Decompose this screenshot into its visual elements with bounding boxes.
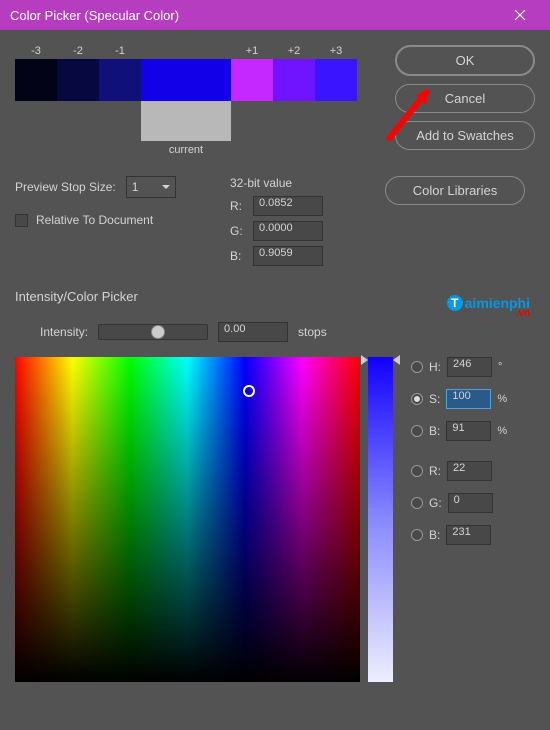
swatch-stop[interactable]: [15, 59, 57, 101]
current-color-swatch[interactable]: [141, 101, 231, 141]
slider-thumb-icon[interactable]: [151, 325, 165, 339]
swatch-preview-area: -3 -2 -1 +1 +2 +3 current: [15, 45, 380, 156]
current-label: current: [169, 144, 203, 156]
relative-to-document-label: Relative To Document: [36, 213, 153, 227]
stop-label: -2: [57, 45, 99, 57]
stop-label: +2: [273, 45, 315, 57]
swatch-stop[interactable]: [315, 59, 357, 101]
intensity-slider[interactable]: [98, 324, 208, 340]
b-label: B:: [429, 424, 440, 438]
s-unit: %: [497, 393, 512, 405]
close-button[interactable]: [500, 0, 540, 30]
h-unit: °: [498, 361, 513, 373]
color-libraries-button[interactable]: Color Libraries: [385, 176, 525, 205]
stop-label: +1: [231, 45, 273, 57]
s-radio[interactable]: [411, 393, 423, 405]
r-32bit-input[interactable]: 0.0852: [253, 196, 323, 216]
swatch-stop[interactable]: [273, 59, 315, 101]
g-radio[interactable]: [411, 497, 423, 509]
stop-label: -1: [99, 45, 141, 57]
close-icon: [514, 9, 526, 21]
strip-indicator-left-icon[interactable]: [361, 355, 368, 365]
watermark: T aimienphi .vn: [447, 295, 530, 311]
color-picker-dialog: Color Picker (Specular Color) -3 -2 -1 +…: [0, 0, 550, 730]
swatch-stop[interactable]: [231, 59, 273, 101]
b-radio[interactable]: [411, 425, 423, 437]
r-radio[interactable]: [411, 465, 423, 477]
saturation-strip[interactable]: [368, 357, 393, 682]
b-unit: %: [497, 425, 512, 437]
add-to-swatches-button[interactable]: Add to Swatches: [395, 121, 535, 150]
g-32bit-label: G:: [230, 224, 245, 238]
strip-indicator-right-icon[interactable]: [393, 355, 400, 365]
bb-input[interactable]: 231: [446, 525, 491, 545]
ok-button[interactable]: OK: [395, 45, 535, 76]
g-input[interactable]: 0: [448, 493, 493, 513]
g-32bit-input[interactable]: 0.0000: [253, 221, 323, 241]
bb-radio[interactable]: [411, 529, 423, 541]
h-radio[interactable]: [411, 361, 423, 373]
swatch-stop[interactable]: [57, 59, 99, 101]
bb-label: B:: [429, 528, 440, 542]
r-label: R:: [429, 464, 441, 478]
s-label: S:: [429, 392, 440, 406]
r-32bit-label: R:: [230, 199, 245, 213]
b-input[interactable]: 91: [446, 421, 491, 441]
g-label: G:: [429, 496, 442, 510]
b-32bit-label: B:: [230, 249, 245, 263]
intensity-input[interactable]: 0.00: [218, 322, 288, 342]
relative-to-document-checkbox[interactable]: [15, 214, 28, 227]
titlebar[interactable]: Color Picker (Specular Color): [0, 0, 550, 30]
color-field[interactable]: [15, 357, 360, 682]
cancel-button[interactable]: Cancel: [395, 84, 535, 113]
h-input[interactable]: 246: [447, 357, 492, 377]
preview-stop-size-label: Preview Stop Size:: [15, 180, 116, 194]
b-32bit-input[interactable]: 0.9059: [253, 246, 323, 266]
h-label: H:: [429, 360, 441, 374]
color-cursor-icon[interactable]: [243, 385, 255, 397]
32bit-value-label: 32-bit value: [230, 176, 370, 190]
intensity-unit: stops: [298, 325, 327, 339]
window-title: Color Picker (Specular Color): [10, 8, 500, 23]
watermark-icon: T: [447, 295, 463, 311]
stop-label: -3: [15, 45, 57, 57]
intensity-label: Intensity:: [40, 325, 88, 339]
preview-stop-size-dropdown[interactable]: 1: [126, 176, 176, 198]
swatch-stop[interactable]: [99, 59, 141, 101]
r-input[interactable]: 22: [447, 461, 492, 481]
stop-label: +3: [315, 45, 357, 57]
s-input[interactable]: 100: [446, 389, 491, 409]
